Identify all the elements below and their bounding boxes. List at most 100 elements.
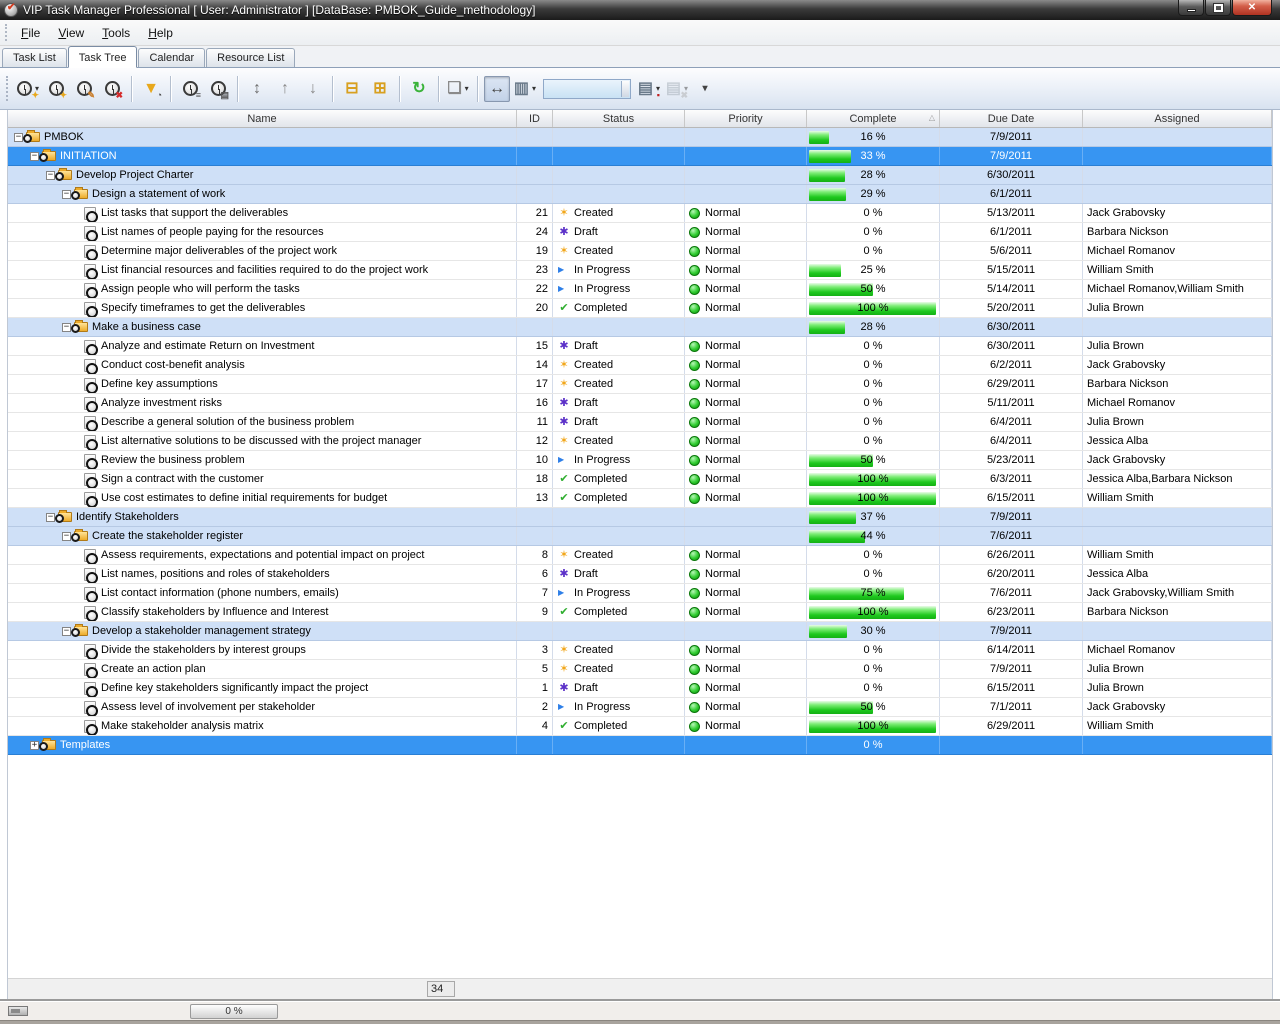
task-name: PMBOK	[44, 131, 84, 143]
collapse-expander[interactable]: −	[30, 152, 39, 161]
priority-label: Normal	[705, 359, 740, 371]
collapse-expander[interactable]: −	[46, 171, 55, 180]
fit-width-button[interactable]: ↔	[484, 76, 510, 102]
layout-combobox[interactable]	[543, 79, 631, 99]
menu-view[interactable]: View	[49, 23, 93, 43]
task-row[interactable]: List alternative solutions to be discuss…	[8, 432, 1272, 451]
folder-icon	[42, 151, 56, 161]
new-task-button[interactable]: ✦▾	[15, 76, 41, 102]
group-row[interactable]: +Templates0 %	[8, 736, 1272, 755]
app-logo-icon	[4, 3, 18, 17]
task-row[interactable]: Analyze and estimate Return on Investmen…	[8, 337, 1272, 356]
task-row[interactable]: Sign a contract with the customer18✔Comp…	[8, 470, 1272, 489]
priority-cell: Normal	[685, 679, 807, 697]
add-task-button[interactable]: ✦	[43, 76, 69, 102]
menu-file[interactable]: File	[12, 23, 49, 43]
save-layout-button[interactable]: ▤▪▾	[636, 76, 662, 102]
group-row[interactable]: −Identify Stakeholders37 %7/9/2011	[8, 508, 1272, 527]
status-in-progress-icon: ▶	[557, 589, 571, 597]
column-header-assigned[interactable]: Assigned	[1083, 110, 1272, 127]
collapse-expander[interactable]: −	[14, 133, 23, 142]
task-row[interactable]: Make stakeholder analysis matrix4✔Comple…	[8, 717, 1272, 736]
priority-label: Normal	[705, 264, 740, 276]
assigned-cell: Jack Grabovsky	[1083, 698, 1272, 716]
task-clock-icon	[84, 416, 96, 429]
menu-tools[interactable]: Tools	[93, 23, 139, 43]
collapse-expander[interactable]: −	[62, 323, 71, 332]
assigned-cell: Jack Grabovsky	[1083, 451, 1272, 469]
group-row[interactable]: −Develop a stakeholder management strate…	[8, 622, 1272, 641]
id-cell: 21	[517, 204, 553, 222]
task-row[interactable]: Define key stakeholders significantly im…	[8, 679, 1272, 698]
collapse-expander[interactable]: −	[46, 513, 55, 522]
task-row[interactable]: Divide the stakeholders by interest grou…	[8, 641, 1272, 660]
toolbar-overflow-button[interactable]: ▾	[692, 76, 718, 102]
task-row[interactable]: List names, positions and roles of stake…	[8, 565, 1272, 584]
complete-label: 0 %	[864, 245, 883, 257]
collapse-expander[interactable]: −	[62, 532, 71, 541]
column-header-complete[interactable]: Complete△	[807, 110, 940, 127]
complete-label: 0 %	[864, 359, 883, 371]
task-row[interactable]: Create an action plan5✶CreatedNormal0 %7…	[8, 660, 1272, 679]
move-down-button[interactable]: ↓	[300, 76, 326, 102]
name-cell: Sign a contract with the customer	[8, 470, 517, 488]
refresh-button[interactable]: ↻	[406, 76, 432, 102]
close-button[interactable]: ✕	[1232, 0, 1272, 16]
move-up-button[interactable]: ↑	[272, 76, 298, 102]
expand-all-button[interactable]: ⊞	[367, 76, 393, 102]
column-view-button[interactable]: ▥▾	[512, 76, 538, 102]
group-row[interactable]: −Design a statement of work29 %6/1/2011	[8, 185, 1272, 204]
tab-calendar[interactable]: Calendar	[138, 48, 205, 67]
task-row[interactable]: Describe a general solution of the busin…	[8, 413, 1272, 432]
column-header-priority[interactable]: Priority	[685, 110, 807, 127]
expand-expander[interactable]: +	[30, 741, 39, 750]
print-preview-button[interactable]: ❏▾	[445, 76, 471, 102]
task-list-button[interactable]: ▤	[205, 76, 231, 102]
task-note-button[interactable]: ≡	[177, 76, 203, 102]
task-row[interactable]: List contact information (phone numbers,…	[8, 584, 1272, 603]
delete-task-button[interactable]: ✖	[99, 76, 125, 102]
tab-resource-list[interactable]: Resource List	[206, 48, 295, 67]
group-row[interactable]: −PMBOK16 %7/9/2011	[8, 128, 1272, 147]
task-row[interactable]: List financial resources and facilities …	[8, 261, 1272, 280]
group-row[interactable]: −Create the stakeholder register44 %7/6/…	[8, 527, 1272, 546]
task-clock-icon	[84, 245, 96, 258]
status-created-icon: ✶	[557, 379, 571, 390]
task-row[interactable]: Use cost estimates to define initial req…	[8, 489, 1272, 508]
tab-task-tree[interactable]: Task Tree	[68, 46, 138, 68]
task-row[interactable]: Analyze investment risks16✱DraftNormal0 …	[8, 394, 1272, 413]
group-row[interactable]: −Develop Project Charter28 %6/30/2011	[8, 166, 1272, 185]
column-header-id[interactable]: ID	[517, 110, 553, 127]
task-row[interactable]: List tasks that support the deliverables…	[8, 204, 1272, 223]
filter-button[interactable]: ▼◔	[138, 76, 164, 102]
task-row[interactable]: Review the business problem10▶In Progres…	[8, 451, 1272, 470]
task-row[interactable]: Conduct cost-benefit analysis14✶CreatedN…	[8, 356, 1272, 375]
group-row[interactable]: −INITIATION33 %7/9/2011	[8, 147, 1272, 166]
expand-collapse-button[interactable]: ↕	[244, 76, 270, 102]
collapse-all-button[interactable]: ⊟	[339, 76, 365, 102]
status-cell	[553, 527, 685, 545]
complete-cell: 0 %	[807, 242, 940, 260]
collapse-expander[interactable]: −	[62, 627, 71, 636]
edit-task-button[interactable]: ✎	[71, 76, 97, 102]
task-row[interactable]: Specify timeframes to get the deliverabl…	[8, 299, 1272, 318]
tab-task-list[interactable]: Task List	[2, 48, 67, 67]
minimize-button[interactable]	[1178, 0, 1204, 16]
task-row[interactable]: Classify stakeholders by Influence and I…	[8, 603, 1272, 622]
menu-help[interactable]: Help	[139, 23, 182, 43]
task-clock-icon	[84, 302, 96, 315]
column-header-status[interactable]: Status	[553, 110, 685, 127]
task-row[interactable]: Assess requirements, expectations and po…	[8, 546, 1272, 565]
task-row[interactable]: Define key assumptions17✶CreatedNormal0 …	[8, 375, 1272, 394]
task-row[interactable]: Assign people who will perform the tasks…	[8, 280, 1272, 299]
maximize-button[interactable]	[1205, 0, 1231, 16]
task-row[interactable]: List names of people paying for the reso…	[8, 223, 1272, 242]
task-row[interactable]: Determine major deliverables of the proj…	[8, 242, 1272, 261]
column-header-name[interactable]: Name	[8, 110, 517, 127]
column-header-due[interactable]: Due Date	[940, 110, 1083, 127]
collapse-expander[interactable]: −	[62, 190, 71, 199]
task-row[interactable]: Assess level of involvement per stakehol…	[8, 698, 1272, 717]
name-cell: List tasks that support the deliverables	[8, 204, 517, 222]
group-row[interactable]: −Make a business case28 %6/30/2011	[8, 318, 1272, 337]
minimize-icon	[1187, 9, 1196, 12]
